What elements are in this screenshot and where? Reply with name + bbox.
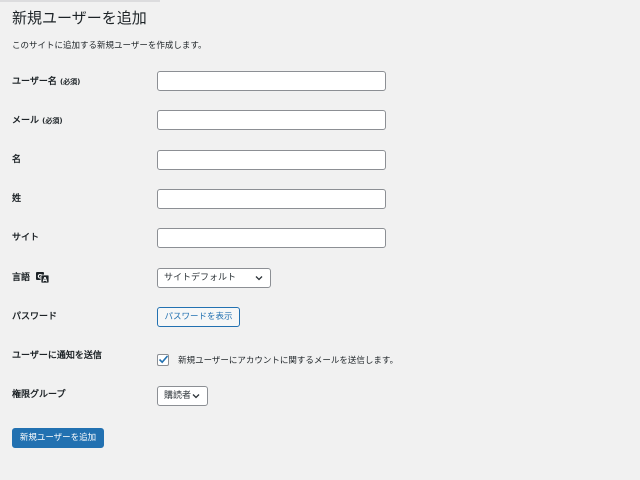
chevron-down-icon	[255, 276, 263, 281]
language-select-value: サイトデフォルト	[164, 273, 237, 283]
notify-label: ユーザーに通知を送信	[12, 351, 102, 361]
role-select[interactable]: 購読者	[157, 386, 208, 406]
language-select[interactable]: サイトデフォルト	[157, 268, 271, 288]
checkmark-icon	[158, 354, 169, 363]
password-label: パスワード	[12, 312, 58, 322]
notify-checkbox[interactable]	[157, 353, 169, 366]
first-name-label: 名	[12, 155, 22, 165]
add-new-user-button[interactable]: 新規ユーザーを追加	[12, 428, 104, 448]
username-required-note: (必須)	[59, 78, 81, 86]
translation-icon: G A	[36, 272, 50, 284]
username-label: ユーザー名 (必須)	[12, 76, 80, 88]
page-description: このサイトに追加する新規ユーザーを作成します。	[12, 41, 207, 51]
language-label: 言語 G A	[12, 272, 50, 284]
show-password-button[interactable]: パスワードを表示	[157, 307, 240, 327]
email-input[interactable]	[157, 110, 386, 130]
last-name-input[interactable]	[157, 189, 386, 209]
email-label-text: メール	[12, 116, 40, 126]
role-label: 権限グループ	[12, 390, 66, 400]
role-select-value: 購読者	[164, 391, 192, 401]
website-label: サイト	[12, 233, 40, 243]
email-required-note: (必須)	[42, 117, 63, 125]
notify-option: 新規ユーザーにアカウントに関するメールを送信します。	[157, 349, 399, 366]
username-input[interactable]	[157, 71, 386, 91]
last-name-label: 姓	[12, 194, 22, 204]
username-label-text: ユーザー名	[12, 77, 57, 87]
email-label: メール (必須)	[12, 115, 63, 127]
chevron-down-icon	[192, 394, 200, 399]
first-name-input[interactable]	[157, 150, 386, 170]
svg-text:A: A	[43, 277, 48, 283]
website-input[interactable]	[157, 228, 386, 248]
language-label-text: 言語	[12, 273, 31, 283]
top-edge-divider	[0, 0, 160, 2]
page-title: 新規ユーザーを追加	[12, 9, 147, 27]
notify-checkbox-text: 新規ユーザーにアカウントに関するメールを送信します。	[178, 355, 399, 366]
